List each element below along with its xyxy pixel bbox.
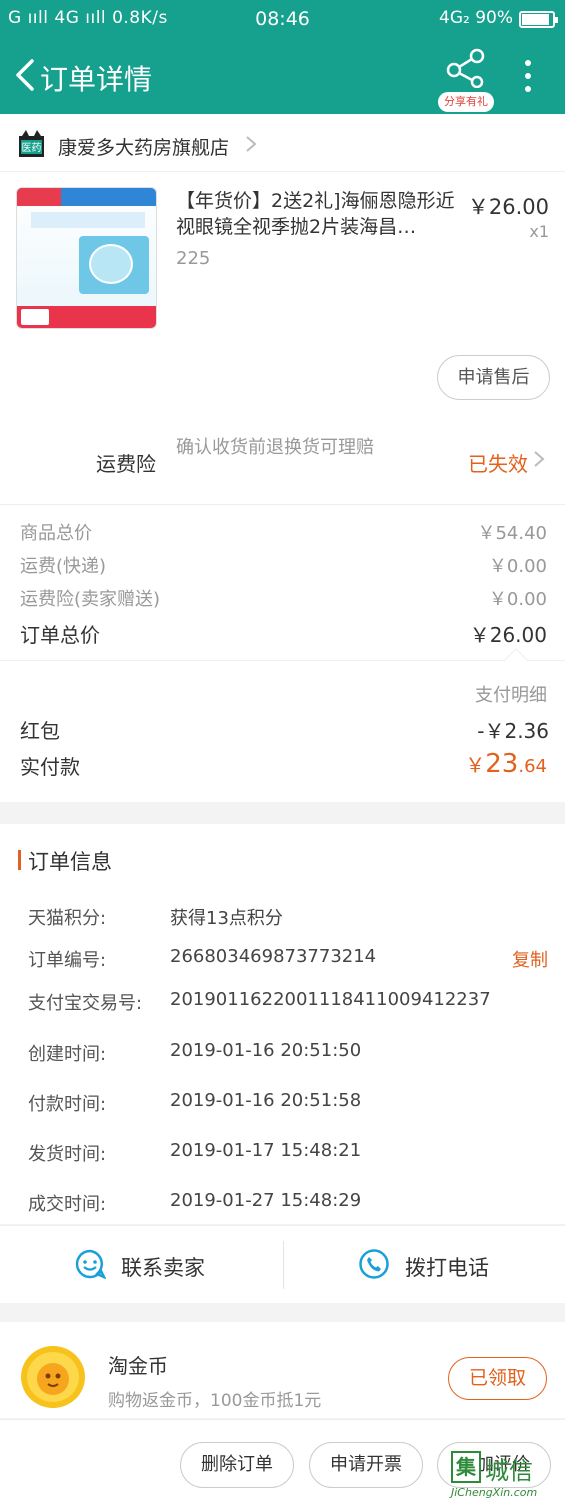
info-value: 2019-01-16 20:51:58: [170, 1090, 362, 1111]
actual-paid-value: ￥23.64: [465, 749, 547, 779]
taojinbi-title: 淘金币: [108, 1354, 168, 1378]
svg-text:医药: 医药: [22, 142, 42, 154]
shipping-insurance-row[interactable]: 运费险 确认收货前退换货可理赔 已失效: [0, 422, 565, 504]
payment-summary: 支付明细 红包 -￥2.36 实付款 ￥23.64: [0, 648, 565, 802]
after-sale-button[interactable]: 申请售后: [437, 355, 550, 400]
share-button[interactable]: 分享有礼: [438, 48, 494, 112]
back-arrow-icon[interactable]: [12, 58, 38, 92]
order-info-title: 订单信息: [28, 850, 112, 874]
insurance-description: 确认收货前退换货可理赔: [176, 437, 374, 458]
more-menu-icon[interactable]: [520, 60, 536, 94]
info-key: 创建时间:: [28, 1044, 107, 1065]
info-key: 发货时间:: [28, 1144, 107, 1165]
product-card: 【年货价】2送2礼]海俪恩隐形近视眼镜全视季抛2片装海昌… 225 ￥26.00…: [0, 172, 565, 422]
shop-row[interactable]: 医药 康爱多大药房旗舰店: [0, 114, 565, 172]
app-header: 订单详情 分享有礼: [0, 38, 565, 114]
info-value: 2019011622001118411009412237: [170, 989, 491, 1010]
chevron-right-icon: [246, 136, 257, 152]
network-status: 4G₂ 90%: [439, 8, 513, 28]
info-value: 2019-01-17 15:48:21: [170, 1140, 362, 1161]
order-total-value: ￥26.00: [469, 623, 547, 647]
red-packet-value: -￥2.36: [477, 719, 549, 743]
info-value: 266803469873773214: [170, 946, 377, 967]
status-bar: G ııll 4G ııll 0.8K/s 08:46 4G₂ 90%: [0, 0, 565, 38]
shipping-label: 运费(快递): [20, 556, 107, 577]
shipping-value: ￥0.00: [488, 556, 547, 577]
goods-total-value: ￥54.40: [477, 523, 547, 544]
watermark-logo: 集: [451, 1451, 481, 1483]
info-value: 2019-01-16 20:51:50: [170, 1040, 362, 1061]
copy-button[interactable]: 复制: [512, 946, 548, 972]
section-accent-bar: [18, 850, 21, 870]
insurance-fee-value: ￥0.00: [488, 589, 547, 610]
call-phone-button[interactable]: 拨打电话: [284, 1226, 565, 1304]
product-thumbnail[interactable]: [16, 187, 157, 329]
payment-detail-link[interactable]: 支付明细: [475, 681, 547, 707]
gold-coin-icon: [21, 1346, 85, 1408]
insurance-status: 已失效: [468, 452, 528, 476]
info-key: 天猫积分:: [28, 908, 107, 929]
claimed-button[interactable]: 已领取: [448, 1357, 547, 1400]
actual-paid-label: 实付款: [20, 755, 80, 779]
chevron-right-icon: [534, 451, 545, 467]
info-value: 2019-01-27 15:48:29: [170, 1190, 362, 1211]
call-phone-label: 拨打电话: [405, 1256, 489, 1280]
insurance-fee-label: 运费险(卖家赠送): [20, 589, 161, 610]
price-summary: 商品总价 ￥54.40 运费(快递) ￥0.00 运费险(卖家赠送) ￥0.00…: [0, 504, 565, 660]
product-quantity: x1: [529, 222, 549, 241]
info-key: 订单编号:: [28, 950, 107, 971]
watermark-name: 城信: [485, 1457, 533, 1485]
shop-name: 康爱多大药房旗舰店: [58, 137, 230, 159]
contact-seller-button[interactable]: 联系卖家: [0, 1226, 282, 1304]
taojinbi-description: 购物返金币，100金币抵1元: [108, 1391, 322, 1411]
insurance-label: 运费险: [96, 452, 156, 476]
order-total-label: 订单总价: [20, 623, 100, 647]
taojinbi-card: 淘金币 购物返金币，100金币抵1元 已领取: [0, 1322, 565, 1418]
share-icon: [446, 48, 485, 88]
info-value: 获得13点积分: [170, 908, 283, 929]
product-title[interactable]: 【年货价】2送2礼]海俪恩隐形近视眼镜全视季抛2片装海昌…: [176, 188, 458, 240]
red-packet-label: 红包: [20, 719, 60, 743]
pharmacy-icon: 医药: [19, 130, 44, 157]
info-key: 支付宝交易号:: [28, 993, 143, 1014]
info-key: 付款时间:: [28, 1094, 107, 1115]
order-info-section: 订单信息 天猫积分: 获得13点积分 订单编号: 266803469873773…: [0, 824, 565, 1224]
product-sku: 225: [176, 248, 211, 269]
site-watermark: 集 城信 JiChengXin.com: [447, 1449, 565, 1500]
page-title: 订单详情: [40, 63, 153, 96]
product-price: ￥26.00: [467, 195, 549, 219]
delete-order-button[interactable]: 删除订单: [180, 1442, 294, 1488]
info-key: 成交时间:: [28, 1194, 107, 1215]
contact-row: 联系卖家 拨打电话: [0, 1225, 565, 1303]
phone-icon: [359, 1249, 389, 1279]
share-badge: 分享有礼: [438, 92, 494, 112]
watermark-url: JiChengXin.com: [451, 1486, 538, 1499]
goods-total-label: 商品总价: [20, 523, 92, 544]
request-invoice-button[interactable]: 申请开票: [309, 1442, 423, 1488]
battery-icon: [519, 11, 558, 28]
chat-icon: [75, 1249, 106, 1280]
contact-seller-label: 联系卖家: [121, 1256, 205, 1280]
